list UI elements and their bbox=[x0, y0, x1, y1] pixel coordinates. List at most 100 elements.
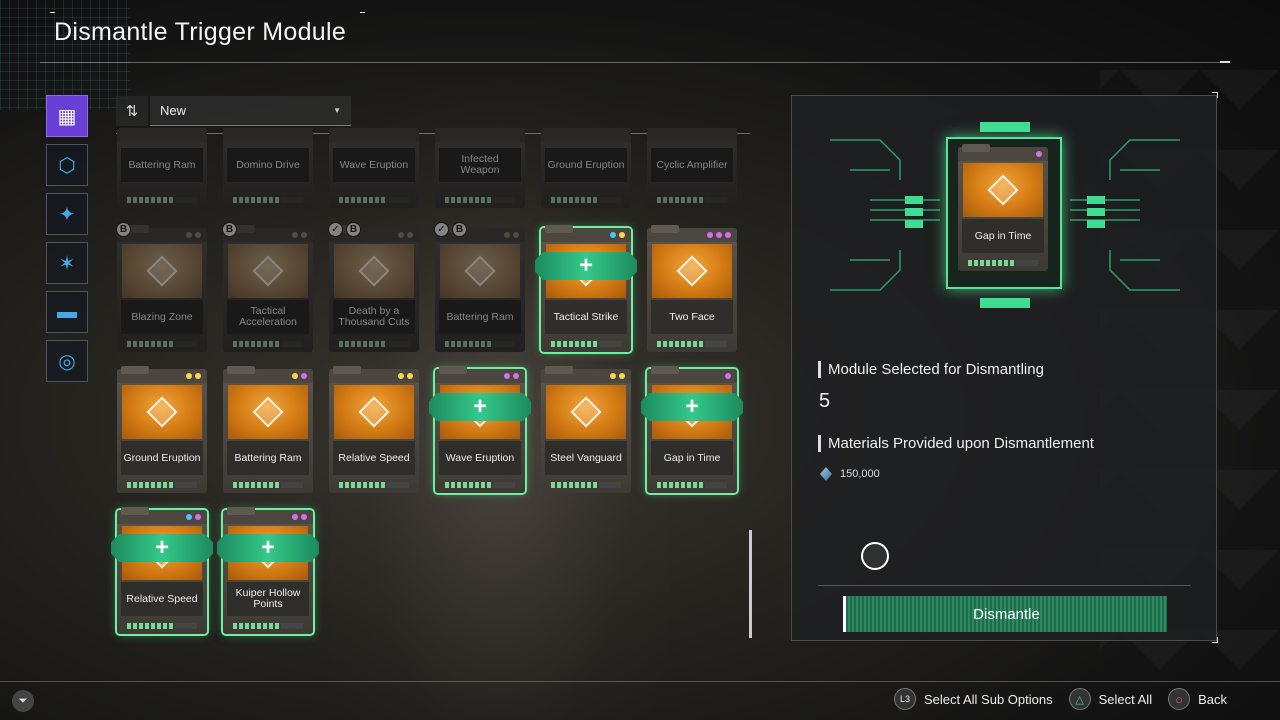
select-all-hint[interactable]: △ Select All bbox=[1068, 688, 1152, 710]
card-level-bar bbox=[339, 197, 387, 203]
module-emblem-icon bbox=[464, 255, 496, 287]
header-divider bbox=[40, 62, 1230, 63]
module-card[interactable]: Tactical Strike + bbox=[535, 225, 637, 352]
rarity-dot bbox=[504, 373, 510, 379]
rarity-dot bbox=[716, 232, 722, 238]
card-dots bbox=[725, 373, 731, 379]
module-card[interactable]: Domino Drive bbox=[223, 128, 313, 208]
dismantle-button[interactable]: Dismantle bbox=[843, 596, 1167, 632]
cursor-indicator bbox=[861, 542, 889, 570]
module-emblem-icon bbox=[570, 396, 602, 428]
b-grade-icon: B bbox=[222, 222, 237, 237]
rarity-dot bbox=[610, 232, 616, 238]
rarity-dot bbox=[619, 373, 625, 379]
tab-layers[interactable]: ▦ bbox=[46, 95, 88, 137]
module-card[interactable]: Battering Ram bbox=[223, 366, 313, 493]
module-name: Battering Ram bbox=[227, 441, 309, 475]
module-art bbox=[546, 385, 626, 439]
b-grade-icon: B bbox=[452, 222, 467, 237]
selected-band: + bbox=[641, 393, 743, 421]
microphone-icon[interactable]: ⏷ bbox=[12, 690, 34, 712]
module-emblem-icon bbox=[358, 396, 390, 428]
tab-vehicle[interactable]: ▬ bbox=[46, 291, 88, 333]
card-level-tail bbox=[175, 341, 197, 347]
material-amount: 150,000 bbox=[840, 468, 880, 480]
card-level-bar bbox=[551, 482, 599, 488]
rarity-dot bbox=[725, 232, 731, 238]
card-top bbox=[435, 128, 525, 142]
card-dots bbox=[707, 232, 731, 238]
card-level-tail bbox=[281, 482, 303, 488]
rarity-dot bbox=[195, 232, 201, 238]
card-level-tail bbox=[493, 197, 515, 203]
card-level-bar bbox=[657, 341, 705, 347]
card-level-bar bbox=[339, 341, 387, 347]
tab-disc[interactable]: ◎ bbox=[46, 340, 88, 382]
module-card[interactable]: Relative Speed + bbox=[111, 507, 213, 634]
select-all-sub-options-hint[interactable]: L3 Select All Sub Options bbox=[893, 688, 1053, 710]
module-card[interactable]: Wave Eruption + bbox=[429, 366, 531, 493]
card-dots bbox=[610, 232, 625, 238]
card-level-bar bbox=[127, 482, 175, 488]
rarity-dot bbox=[301, 232, 307, 238]
page-title: Dismantle Trigger Module bbox=[54, 18, 347, 46]
module-card[interactable]: Gap in Time + bbox=[641, 366, 743, 493]
back-hint[interactable]: ○ Back bbox=[1168, 688, 1227, 710]
card-dots bbox=[186, 373, 201, 379]
module-card[interactable]: Steel Vanguard bbox=[541, 366, 631, 493]
card-notch bbox=[227, 366, 255, 374]
module-card[interactable]: Battering Ram ✓ B bbox=[434, 222, 525, 352]
module-card[interactable]: Relative Speed bbox=[329, 366, 419, 493]
triangle-button-icon: △ bbox=[1068, 688, 1091, 710]
module-emblem-icon bbox=[358, 255, 390, 287]
card-level-tail bbox=[705, 341, 727, 347]
header-tick bbox=[1220, 61, 1230, 63]
module-emblem-icon bbox=[146, 396, 178, 428]
selected-band: + bbox=[217, 534, 319, 562]
sort-dropdown[interactable]: New ▼ bbox=[150, 96, 351, 126]
card-notch bbox=[651, 366, 679, 374]
card-level-bar bbox=[445, 197, 493, 203]
module-card[interactable]: Battering Ram bbox=[117, 128, 207, 208]
module-name: Relative Speed bbox=[121, 582, 203, 616]
circle-button-icon: ○ bbox=[1168, 688, 1191, 710]
hint-label: Select All Sub Options bbox=[923, 691, 1053, 707]
module-card[interactable]: Ground Eruption bbox=[117, 366, 207, 493]
module-card[interactable]: Kuiper Hollow Points + bbox=[217, 507, 319, 634]
module-card[interactable]: Ground Eruption bbox=[541, 128, 631, 208]
sort-dropdown-value: New bbox=[160, 103, 187, 118]
module-card[interactable]: Two Face bbox=[647, 225, 737, 352]
tab-rune[interactable]: ✦ bbox=[46, 193, 88, 235]
module-art bbox=[122, 244, 202, 298]
rarity-dot bbox=[195, 514, 201, 520]
module-card[interactable]: Cyclic Amplifier bbox=[647, 128, 737, 208]
card-dots bbox=[398, 232, 413, 238]
selected-band: + bbox=[111, 534, 213, 562]
sort-order-button[interactable]: ⇅ bbox=[116, 96, 148, 126]
module-emblem-icon bbox=[146, 255, 178, 287]
module-card[interactable]: Death by a Thousand Cuts ✓ B bbox=[328, 222, 419, 352]
card-dots bbox=[292, 514, 307, 520]
module-card[interactable]: Blazing Zone B bbox=[116, 222, 207, 352]
module-name: Two Face bbox=[651, 300, 733, 334]
rarity-dot bbox=[610, 373, 616, 379]
scrollbar[interactable] bbox=[749, 530, 752, 638]
module-card[interactable]: Wave Eruption bbox=[329, 128, 419, 208]
rarity-dot bbox=[301, 373, 307, 379]
panel-corner bbox=[1212, 637, 1218, 643]
card-level-tail bbox=[281, 623, 303, 629]
panel-divider bbox=[818, 585, 1191, 586]
card-level-bar bbox=[233, 623, 281, 629]
core-hex-icon: ⬡ bbox=[58, 154, 76, 177]
module-card[interactable]: Tactical Acceleration B bbox=[222, 222, 313, 352]
module-card[interactable]: Infected Weapon bbox=[435, 128, 525, 208]
module-name: Battering Ram bbox=[439, 300, 521, 334]
card-level-tail bbox=[387, 482, 409, 488]
card-level-tail bbox=[705, 482, 727, 488]
footer-divider bbox=[0, 681, 1280, 682]
tab-spark[interactable]: ✶ bbox=[46, 242, 88, 284]
plus-icon: + bbox=[260, 534, 275, 561]
module-art bbox=[228, 244, 308, 298]
tab-core[interactable]: ⬡ bbox=[46, 144, 88, 186]
card-notch bbox=[227, 507, 255, 515]
